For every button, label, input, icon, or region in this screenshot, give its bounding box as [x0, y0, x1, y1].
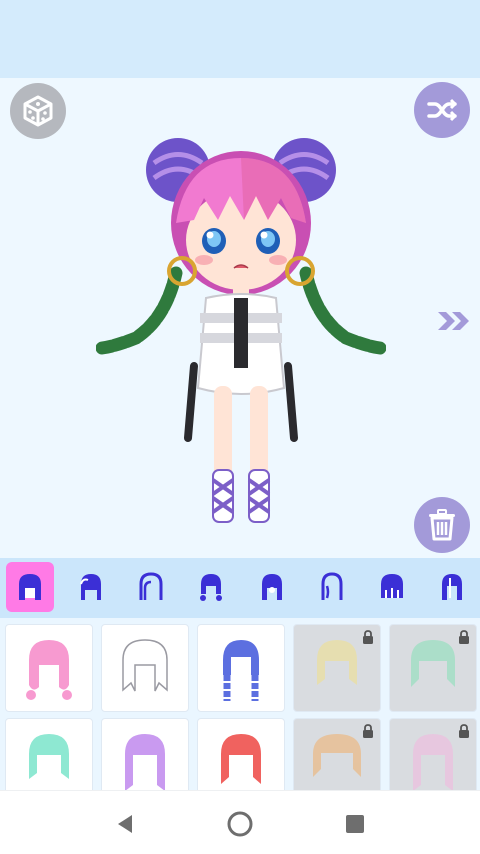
tab-hair-style-2[interactable]	[67, 562, 115, 612]
shuffle-icon	[427, 98, 457, 122]
random-dice-button[interactable]	[10, 83, 66, 139]
tab-hair-style-5[interactable]	[248, 562, 296, 612]
home-circle-icon	[227, 811, 253, 837]
hair-thumbnail	[122, 639, 168, 692]
nav-back-button[interactable]	[110, 809, 140, 839]
sock-right	[248, 469, 270, 523]
hair-style-8-icon	[442, 574, 462, 600]
hair-item-8[interactable]	[197, 718, 285, 790]
hair-item-4-locked[interactable]	[293, 624, 381, 712]
next-page-button[interactable]	[434, 306, 474, 336]
category-tab-bar	[0, 558, 480, 618]
hair-thumbnail	[29, 734, 69, 779]
hair-style-2-icon	[80, 574, 101, 600]
trash-button[interactable]	[414, 497, 470, 553]
hair-item-7[interactable]	[101, 718, 189, 790]
trash-icon	[429, 509, 455, 541]
hair-item-10-locked[interactable]	[389, 718, 477, 790]
nav-recents-button[interactable]	[340, 809, 370, 839]
chibi-character	[96, 138, 386, 523]
lock-icon	[363, 724, 373, 738]
hair-item-3[interactable]	[197, 624, 285, 712]
lock-icon	[459, 630, 469, 644]
hair-item-2[interactable]	[101, 624, 189, 712]
system-navigation-bar	[0, 790, 480, 854]
shuffle-button[interactable]	[414, 82, 470, 138]
sock-left	[212, 469, 234, 523]
hair-thumbnail	[221, 734, 261, 784]
hair-item-grid	[0, 618, 480, 790]
recents-square-icon	[346, 815, 364, 833]
hair-item-6[interactable]	[5, 718, 93, 790]
back-triangle-icon	[118, 815, 132, 833]
dice-icon	[23, 95, 53, 127]
hair-style-3-icon	[139, 572, 163, 600]
hair-thumbnail	[317, 640, 357, 685]
hair-style-6-icon	[321, 572, 343, 600]
hair-style-4-icon	[200, 574, 222, 601]
lock-icon	[459, 724, 469, 738]
tab-hair-style-8[interactable]	[428, 562, 476, 612]
double-chevron-right-icon	[438, 312, 469, 330]
hair-thumbnail	[26, 640, 72, 700]
hair-style-1-icon	[19, 574, 41, 600]
lock-icon	[363, 630, 373, 644]
hair-thumbnail	[223, 640, 259, 701]
hair-thumbnail	[125, 734, 165, 790]
hair-style-7-icon	[381, 574, 403, 598]
hair-thumbnail	[313, 734, 361, 777]
tab-hair-style-4[interactable]	[187, 562, 235, 612]
hair-item-5-locked[interactable]	[389, 624, 477, 712]
top-bar	[0, 0, 480, 78]
braid-left	[96, 266, 183, 355]
hair-thumbnail	[413, 734, 453, 790]
tab-hair-style-3[interactable]	[127, 562, 175, 612]
braid-right	[299, 266, 386, 355]
hair-thumbnail	[411, 640, 455, 687]
hair-style-5-icon	[262, 574, 282, 600]
hair-item-1[interactable]	[5, 624, 93, 712]
tab-hair-style-7[interactable]	[368, 562, 416, 612]
nav-home-button[interactable]	[225, 809, 255, 839]
hair-item-9-locked[interactable]	[293, 718, 381, 790]
tab-hair-style-1[interactable]	[6, 562, 54, 612]
tab-hair-style-6[interactable]	[308, 562, 356, 612]
